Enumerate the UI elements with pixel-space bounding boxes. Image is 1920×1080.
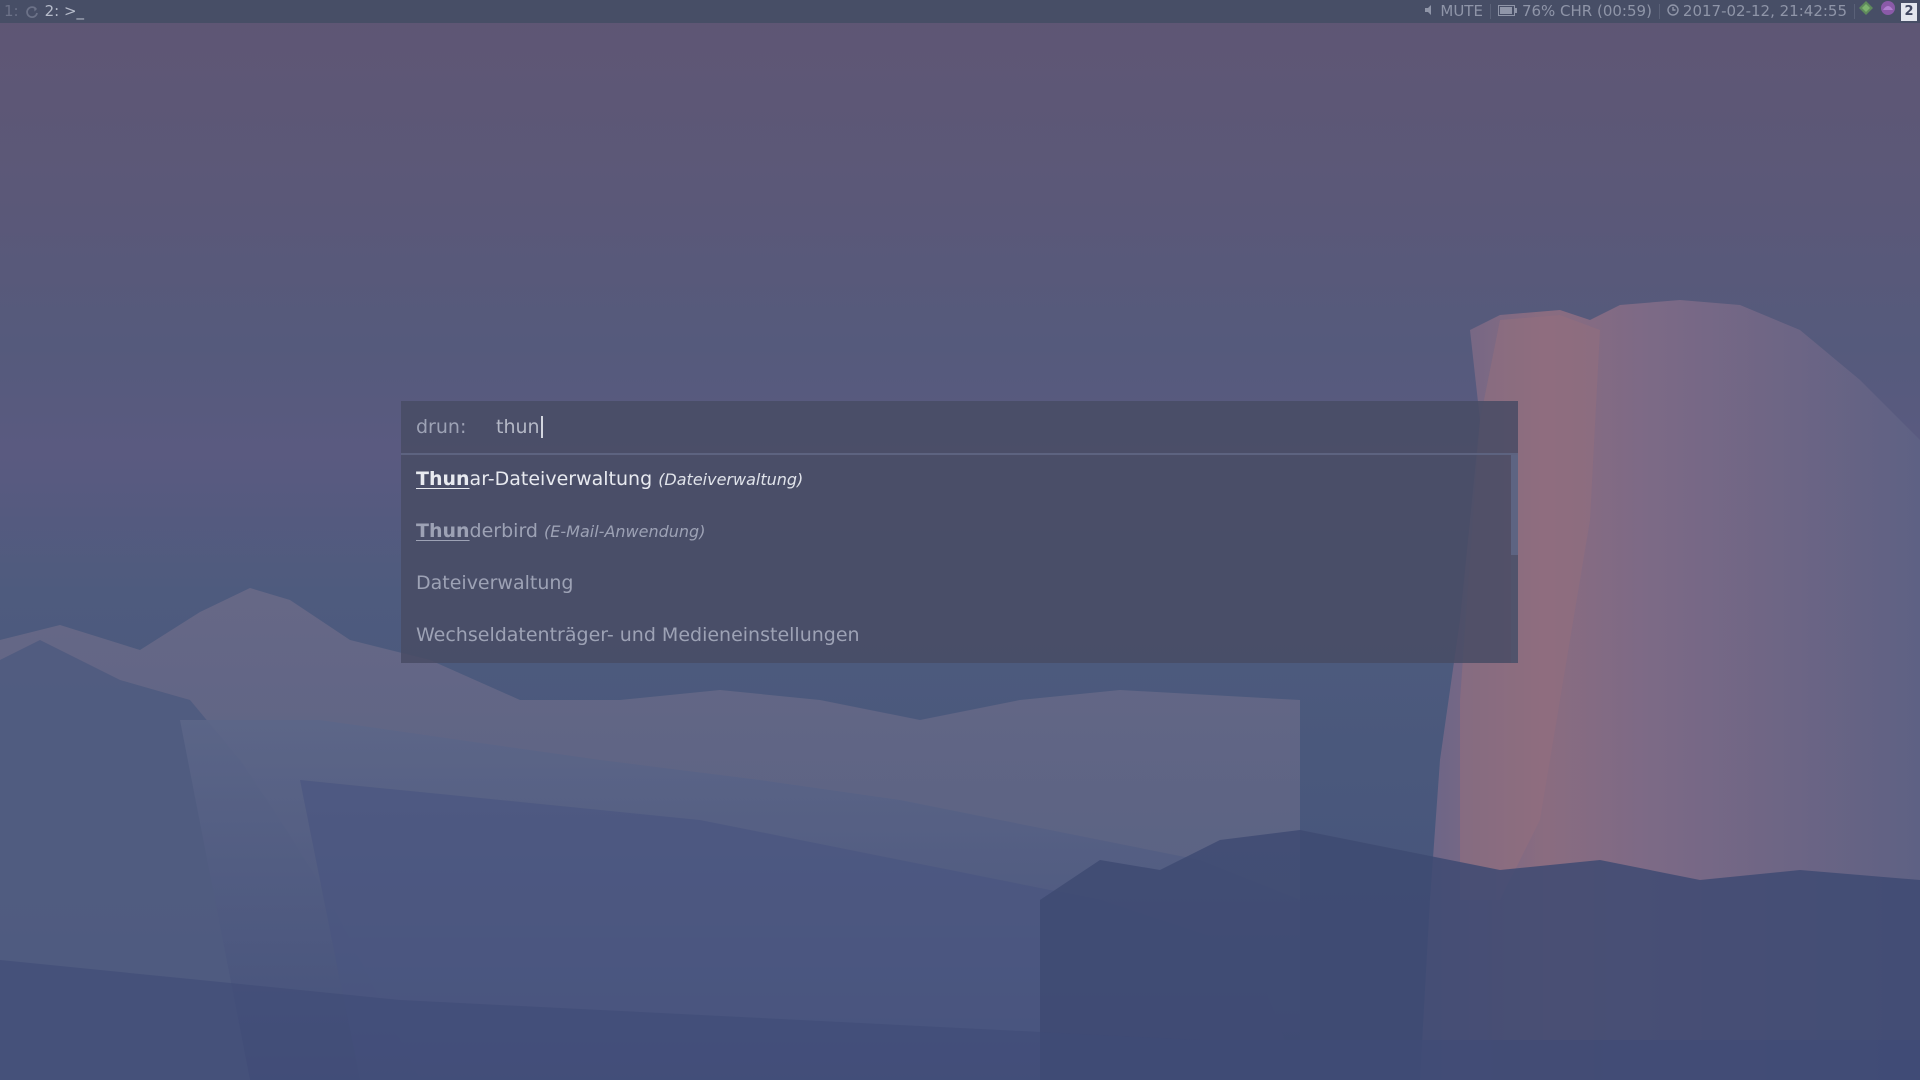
app-launcher: drun: thun Thunar-Dateiverwaltung (Datei…: [401, 401, 1518, 663]
list-item[interactable]: Thunar-Dateiverwaltung (Dateiverwaltung): [401, 455, 1509, 507]
battery-label: 76% CHR (00:59): [1521, 2, 1652, 20]
item-name: Dateiverwaltung: [416, 572, 574, 594]
text-cursor: [540, 416, 543, 438]
scrollbar-thumb[interactable]: [1511, 455, 1518, 555]
tray-count-badge[interactable]: 2: [1901, 2, 1917, 21]
network-icon[interactable]: [1857, 0, 1875, 24]
clock-indicator: 2017-02-12, 21:42:55: [1660, 2, 1855, 20]
mode-label: drun:: [416, 416, 467, 438]
workspace-1-label: 1:: [4, 2, 19, 20]
workspace-2-label: 2: >_: [44, 2, 85, 20]
system-tray: 2: [1855, 0, 1920, 23]
workspace-1-button[interactable]: 1:: [4, 0, 19, 23]
workspace-list: 1: 2: >_: [4, 0, 84, 23]
scrollbar[interactable]: [1511, 455, 1518, 663]
refresh-icon: [25, 5, 39, 19]
item-name: Wechseldatenträger- und Medieneinstellun…: [416, 624, 860, 646]
list-item[interactable]: Dateiverwaltung: [401, 559, 1509, 611]
list-item[interactable]: Thunderbird (E-Mail-Anwendung): [401, 507, 1509, 559]
workspace-2-button[interactable]: 2: >_: [45, 0, 84, 23]
item-category: (E-Mail-Anwendung): [544, 522, 706, 541]
speaker-icon: [1424, 0, 1436, 23]
volume-indicator[interactable]: MUTE: [1417, 2, 1491, 20]
list-item[interactable]: Wechseldatenträger- und Medieneinstellun…: [401, 611, 1509, 663]
clock-icon: [1667, 0, 1679, 23]
top-status-bar: 1: 2: >_ MUTE 76% CHR (00:59) 2017-02-12…: [0, 0, 1920, 23]
item-name: derbird: [469, 520, 538, 542]
item-category: (Dateiverwaltung): [658, 470, 804, 489]
item-name: ar-Dateiverwaltung: [469, 468, 653, 490]
search-input[interactable]: thun: [496, 416, 543, 438]
app-icon[interactable]: [1879, 0, 1897, 24]
battery-icon: [1497, 0, 1518, 23]
search-query: thun: [496, 416, 540, 438]
launcher-prompt-row: drun: thun: [401, 401, 1518, 455]
clock-label: 2017-02-12, 21:42:55: [1682, 2, 1847, 20]
volume-label: MUTE: [1440, 2, 1483, 20]
match-text: Thun: [416, 520, 470, 542]
battery-indicator: 76% CHR (00:59): [1491, 2, 1660, 20]
match-text: Thun: [416, 468, 470, 490]
